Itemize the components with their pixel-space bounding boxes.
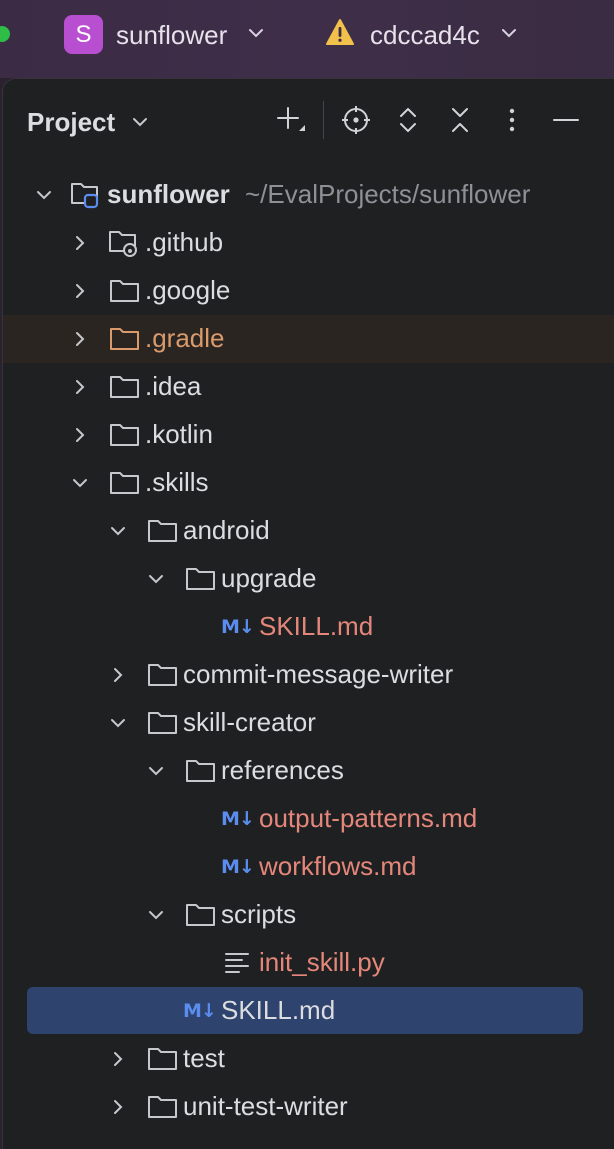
chevron-down-icon[interactable] [131,113,149,131]
tree-item-label: unit-test-writer [183,1091,348,1121]
folder-icon [110,424,139,446]
chevron-down-icon[interactable] [107,520,129,542]
chevron-down-icon[interactable] [247,24,265,42]
tree-row[interactable]: .skills [3,459,614,507]
tree-row[interactable]: test [3,1035,614,1083]
tree-item-label: .google [145,275,231,305]
tree-row-root[interactable]: sunflower ~/EvalProjects/sunflower [3,171,614,219]
locate-icon[interactable] [339,103,373,137]
chevron-down-icon[interactable] [69,472,91,494]
tree-item-label: sunflower [107,179,230,209]
tree-item-label: .skills [145,467,209,497]
chevron-right-icon[interactable] [69,232,91,254]
branch-switcher[interactable]: cdccad4c [370,18,480,52]
tree-item-label: output-patterns.md [259,803,478,833]
warning-icon[interactable] [325,18,355,46]
title-bar: S sunflower cdccad4c [0,0,614,78]
chevron-down-icon[interactable] [107,712,129,734]
tree-item-label: references [221,755,344,785]
chevron-right-icon[interactable] [69,376,91,398]
project-badge[interactable]: S [64,15,103,54]
window-zoom-button[interactable] [0,26,10,42]
tree-row[interactable]: upgrade [3,555,614,603]
folder-icon [148,520,177,542]
tree-item-label: init_skill.py [259,947,385,977]
chevron-right-icon[interactable] [107,664,129,686]
chevron-down-icon[interactable] [145,760,167,782]
markdown-icon: M↓ [183,1000,217,1022]
chevron-down-icon[interactable] [33,184,55,206]
chevron-right-icon[interactable] [69,328,91,350]
tree-row[interactable]: skill-creator [3,699,614,747]
folder-icon [148,712,177,734]
tree-item-label: upgrade [221,563,317,593]
folder-icon [186,568,215,590]
tree-row[interactable]: android [3,507,614,555]
folder-icon [186,904,215,926]
tree-item-label: .idea [145,371,202,401]
github-folder-icon [109,231,137,257]
tree-row[interactable]: M↓ workflows.md [3,843,614,891]
excluded-folder-icon [110,328,139,350]
tree-row[interactable]: references [3,747,614,795]
folder-icon [110,376,139,398]
project-tool-window: Project sunflower ~/EvalProjects/sunflow… [2,78,614,1149]
tree-row[interactable]: .google [3,267,614,315]
text-file-icon [225,953,249,973]
tree-item-label: android [183,515,270,545]
tree-item-label: workflows.md [259,851,417,881]
tree-item-label: commit-message-writer [183,659,454,689]
tree-row[interactable]: .kotlin [3,411,614,459]
tree-row[interactable]: init_skill.py [3,939,614,987]
collapse-all-icon[interactable] [443,103,477,137]
expand-all-icon[interactable] [391,103,425,137]
module-folder-icon [71,183,99,209]
more-icon[interactable] [495,103,529,137]
tree-item-label: SKILL.md [259,611,374,641]
tree-row[interactable]: unit-test-writer [3,1083,614,1131]
chevron-right-icon[interactable] [69,424,91,446]
tree-row[interactable]: commit-message-writer [3,651,614,699]
folder-icon [148,1048,177,1070]
tree-item-label: skill-creator [183,707,316,737]
markdown-icon: M↓ [221,616,255,638]
tree-row-selected[interactable]: M↓ SKILL.md [27,987,583,1034]
chevron-right-icon[interactable] [107,1096,129,1118]
tree-row[interactable]: .idea [3,363,614,411]
tree-item-label: SKILL.md [221,995,336,1025]
hide-icon[interactable] [549,103,583,137]
folder-icon [110,472,139,494]
chevron-down-icon[interactable] [145,568,167,590]
folder-icon [148,664,177,686]
panel-title[interactable]: Project [27,105,115,139]
tree-item-label: .kotlin [145,419,213,449]
tree-row[interactable]: M↓ SKILL.md [3,603,614,651]
project-switcher[interactable]: sunflower [116,18,227,52]
chevron-down-icon[interactable] [500,24,518,42]
tree-row[interactable]: scripts [3,891,614,939]
tree-row[interactable]: M↓ output-patterns.md [3,795,614,843]
folder-icon [186,760,215,782]
tree-row[interactable]: .github [3,219,614,267]
tree-item-label: scripts [221,899,297,929]
tree-row[interactable]: .gradle [3,315,614,363]
tree-item-label: test [183,1043,225,1073]
tree-item-label: .github [145,227,224,257]
chevron-right-icon[interactable] [107,1048,129,1070]
chevron-down-icon[interactable] [145,904,167,926]
chevron-right-icon[interactable] [69,280,91,302]
toolbar-separator [323,101,324,139]
tree-item-label: .gradle [145,323,225,353]
folder-icon [148,1096,177,1118]
project-path: ~/EvalProjects/sunflower [245,179,531,209]
markdown-icon: M↓ [221,856,255,878]
markdown-icon: M↓ [221,808,255,830]
add-icon[interactable] [273,103,307,137]
folder-icon [110,280,139,302]
